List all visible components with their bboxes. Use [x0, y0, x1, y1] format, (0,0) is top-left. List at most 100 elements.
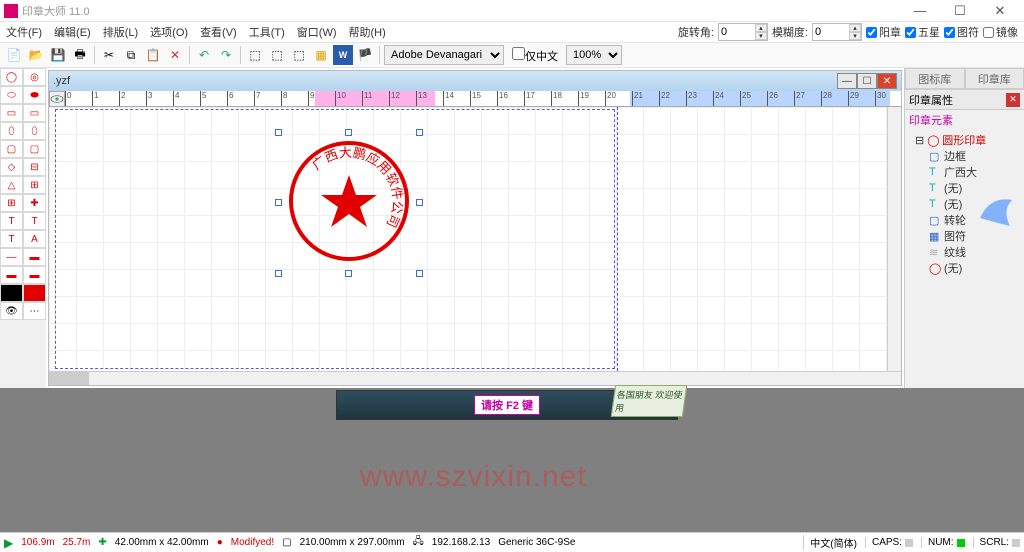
- blur-spinner[interactable]: ▴▾: [812, 23, 862, 41]
- check-star[interactable]: 五星: [905, 24, 940, 40]
- tree-symbol[interactable]: 图符: [944, 228, 966, 244]
- align-center-icon[interactable]: ⬚: [267, 45, 287, 65]
- align-right-icon[interactable]: ⬚: [289, 45, 309, 65]
- tool-roundrect-icon[interactable]: ⬯: [0, 122, 23, 140]
- tool-diamond-icon[interactable]: ◇: [0, 158, 23, 176]
- tab-icon-lib[interactable]: 图标库: [905, 68, 965, 89]
- align-left-icon[interactable]: ⬚: [245, 45, 265, 65]
- tree-wheel[interactable]: 转轮: [944, 212, 966, 228]
- menu-edit[interactable]: 编辑(E): [54, 24, 91, 40]
- undo-icon[interactable]: ↶: [194, 45, 214, 65]
- tool-table-icon[interactable]: ⊞: [23, 176, 46, 194]
- handle-w[interactable]: [275, 199, 282, 206]
- tree-text1[interactable]: 广西大: [944, 164, 977, 180]
- cut-icon[interactable]: ✂: [99, 45, 119, 65]
- tool-sq2-icon[interactable]: ▢: [23, 140, 46, 158]
- tool-circle-icon[interactable]: ◯: [0, 68, 23, 86]
- tool-round2-icon[interactable]: ⬯: [23, 122, 46, 140]
- rotation-input[interactable]: [719, 26, 755, 38]
- tool-triangle-icon[interactable]: △: [0, 176, 23, 194]
- handle-n[interactable]: [345, 129, 352, 136]
- zoom-combo[interactable]: 100%: [566, 45, 622, 65]
- menu-window[interactable]: 窗口(W): [297, 24, 337, 40]
- doc-minimize-button[interactable]: —: [837, 73, 857, 89]
- handle-e[interactable]: [416, 199, 423, 206]
- tool-bar2-icon[interactable]: ▬: [23, 266, 46, 284]
- minimize-button[interactable]: —: [900, 0, 940, 22]
- tool-rect2-icon[interactable]: ▭: [23, 104, 46, 122]
- tool-text3-icon[interactable]: A: [23, 230, 46, 248]
- blur-up[interactable]: ▴: [849, 24, 861, 32]
- tree-texture[interactable]: 纹线: [944, 244, 966, 260]
- tree-none2[interactable]: (无): [944, 196, 962, 212]
- tool-text-icon[interactable]: T: [0, 212, 23, 230]
- tree-root[interactable]: 圆形印章: [942, 132, 986, 148]
- tool-textv-icon[interactable]: T: [0, 230, 23, 248]
- tool-black-icon[interactable]: [0, 284, 23, 302]
- tool-oval2-icon[interactable]: ⬬: [23, 86, 46, 104]
- handle-sw[interactable]: [275, 270, 282, 277]
- tool-ring-icon[interactable]: ◎: [23, 68, 46, 86]
- check-mirror[interactable]: 镜像: [983, 24, 1018, 40]
- vertical-scrollbar[interactable]: [887, 107, 901, 371]
- rotation-down[interactable]: ▾: [755, 32, 767, 40]
- properties-close-icon[interactable]: ✕: [1006, 93, 1020, 107]
- handle-nw[interactable]: [275, 129, 282, 136]
- tool-oval-icon[interactable]: ⬭: [0, 86, 23, 104]
- menu-tools[interactable]: 工具(T): [249, 24, 285, 40]
- word-icon[interactable]: W: [333, 45, 353, 65]
- paste-icon[interactable]: 📋: [143, 45, 163, 65]
- menu-layout[interactable]: 排版(L): [103, 24, 138, 40]
- tool-frame-icon[interactable]: ▬: [0, 266, 23, 284]
- tool-text2-icon[interactable]: T: [23, 212, 46, 230]
- handle-s[interactable]: [345, 270, 352, 277]
- tree-none3[interactable]: (无): [944, 260, 962, 276]
- doc-close-button[interactable]: ✕: [877, 73, 897, 89]
- tool-grid2-icon[interactable]: ⊟: [23, 158, 46, 176]
- tool-cross-icon[interactable]: ✚: [23, 194, 46, 212]
- menu-options[interactable]: 选项(O): [150, 24, 188, 40]
- save-icon[interactable]: 💾: [48, 45, 68, 65]
- play-icon[interactable]: ▶: [4, 536, 13, 550]
- blur-down[interactable]: ▾: [849, 32, 861, 40]
- menu-file[interactable]: 文件(F): [6, 24, 42, 40]
- handle-ne[interactable]: [416, 129, 423, 136]
- rotation-spinner[interactable]: ▴▾: [718, 23, 768, 41]
- font-combo[interactable]: Adobe Devanagari: [384, 45, 504, 65]
- blur-input[interactable]: [813, 26, 849, 38]
- tool-grid-icon[interactable]: ⊞: [0, 194, 23, 212]
- handle-se[interactable]: [416, 270, 423, 277]
- copy-icon[interactable]: ⧉: [121, 45, 141, 65]
- tool-square-icon[interactable]: ▢: [0, 140, 23, 158]
- delete-icon[interactable]: ✕: [165, 45, 185, 65]
- new-icon[interactable]: 📄: [4, 45, 24, 65]
- tool-color-icon[interactable]: [23, 284, 46, 302]
- redo-icon[interactable]: ↷: [216, 45, 236, 65]
- close-button[interactable]: ✕: [980, 0, 1020, 22]
- check-cn-only[interactable]: 仅中文: [512, 47, 558, 64]
- grid-icon[interactable]: ▦: [311, 45, 331, 65]
- check-yang[interactable]: 阳章: [866, 24, 901, 40]
- ruler-corner-eye-icon[interactable]: [49, 91, 65, 107]
- horizontal-ruler[interactable]: 0123456789101112131415161718192021222324…: [65, 91, 901, 107]
- print-icon[interactable]: 🖶: [70, 45, 90, 65]
- flag-icon[interactable]: 🏴: [355, 45, 375, 65]
- open-icon[interactable]: 📂: [26, 45, 46, 65]
- check-tufu[interactable]: 图符: [944, 24, 979, 40]
- element-tree[interactable]: ⊟◯圆形印章 ▢边框 T广西大 T(无) T(无) ▢转轮 ▦图符 ≋纹线 ◯(…: [905, 130, 1024, 278]
- rotation-up[interactable]: ▴: [755, 24, 767, 32]
- tool-bar-icon[interactable]: ▬: [23, 248, 46, 266]
- maximize-button[interactable]: ☐: [940, 0, 980, 22]
- tool-rect-icon[interactable]: ▭: [0, 104, 23, 122]
- horizontal-scrollbar[interactable]: [49, 371, 901, 385]
- doc-maximize-button[interactable]: ☐: [857, 73, 877, 89]
- tree-none1[interactable]: (无): [944, 180, 962, 196]
- canvas[interactable]: 广西大鹏应用软件公司: [49, 107, 901, 371]
- tool-eye-icon[interactable]: 👁: [0, 302, 23, 320]
- tree-border[interactable]: 边框: [944, 148, 966, 164]
- tab-seal-lib[interactable]: 印章库: [965, 68, 1024, 89]
- menu-help[interactable]: 帮助(H): [349, 24, 386, 40]
- tool-more-icon[interactable]: ⋯: [23, 302, 46, 320]
- tool-line-icon[interactable]: —: [0, 248, 23, 266]
- menu-view[interactable]: 查看(V): [200, 24, 237, 40]
